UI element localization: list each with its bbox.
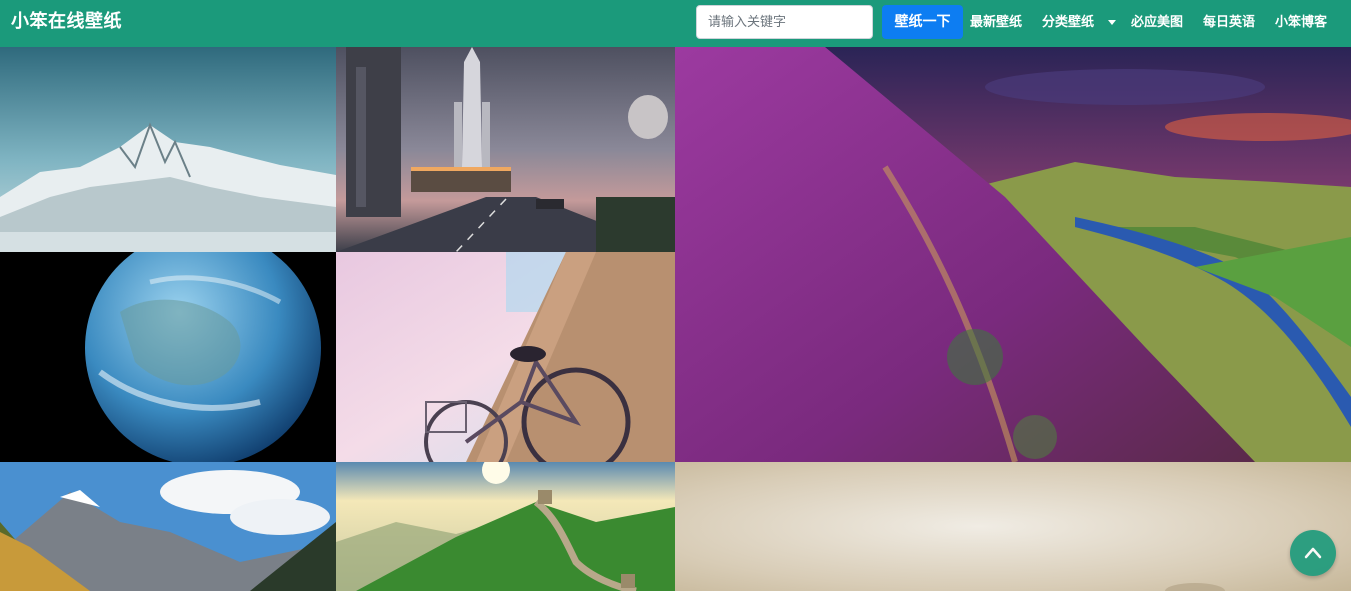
search-button[interactable]: 壁纸一下 <box>882 5 963 39</box>
earth-from-space-wallpaper[interactable] <box>0 252 336 462</box>
space-shuttle-city-wallpaper[interactable] <box>336 47 675 252</box>
nav-blog[interactable]: 小笨博客 <box>1275 13 1327 33</box>
snow-mountain-wallpaper[interactable] <box>0 47 336 252</box>
navbar: 小笨在线壁纸 壁纸一下 最新壁纸 分类壁纸 必应美图 每日英语 小笨博客 <box>0 0 1351 47</box>
back-to-top-button[interactable] <box>1290 530 1336 576</box>
bicycle-wall-wallpaper[interactable] <box>336 252 675 462</box>
blurred-beige-wallpaper[interactable] <box>675 462 1351 591</box>
alpine-valley-wallpaper[interactable] <box>0 462 336 591</box>
chevron-up-icon <box>1304 547 1322 559</box>
site-brand[interactable]: 小笨在线壁纸 <box>11 11 122 33</box>
nav-bing-images[interactable]: 必应美图 <box>1131 13 1183 33</box>
nav-latest-wallpapers[interactable]: 最新壁纸 <box>970 13 1022 33</box>
nav-category-wallpapers[interactable]: 分类壁纸 <box>1042 13 1094 33</box>
caret-down-icon[interactable] <box>1108 20 1116 25</box>
nav-daily-english[interactable]: 每日英语 <box>1203 13 1255 33</box>
search-input[interactable] <box>696 5 873 39</box>
great-wall-wallpaper[interactable] <box>336 462 675 591</box>
heather-hillside-river-wallpaper[interactable] <box>675 47 1351 462</box>
